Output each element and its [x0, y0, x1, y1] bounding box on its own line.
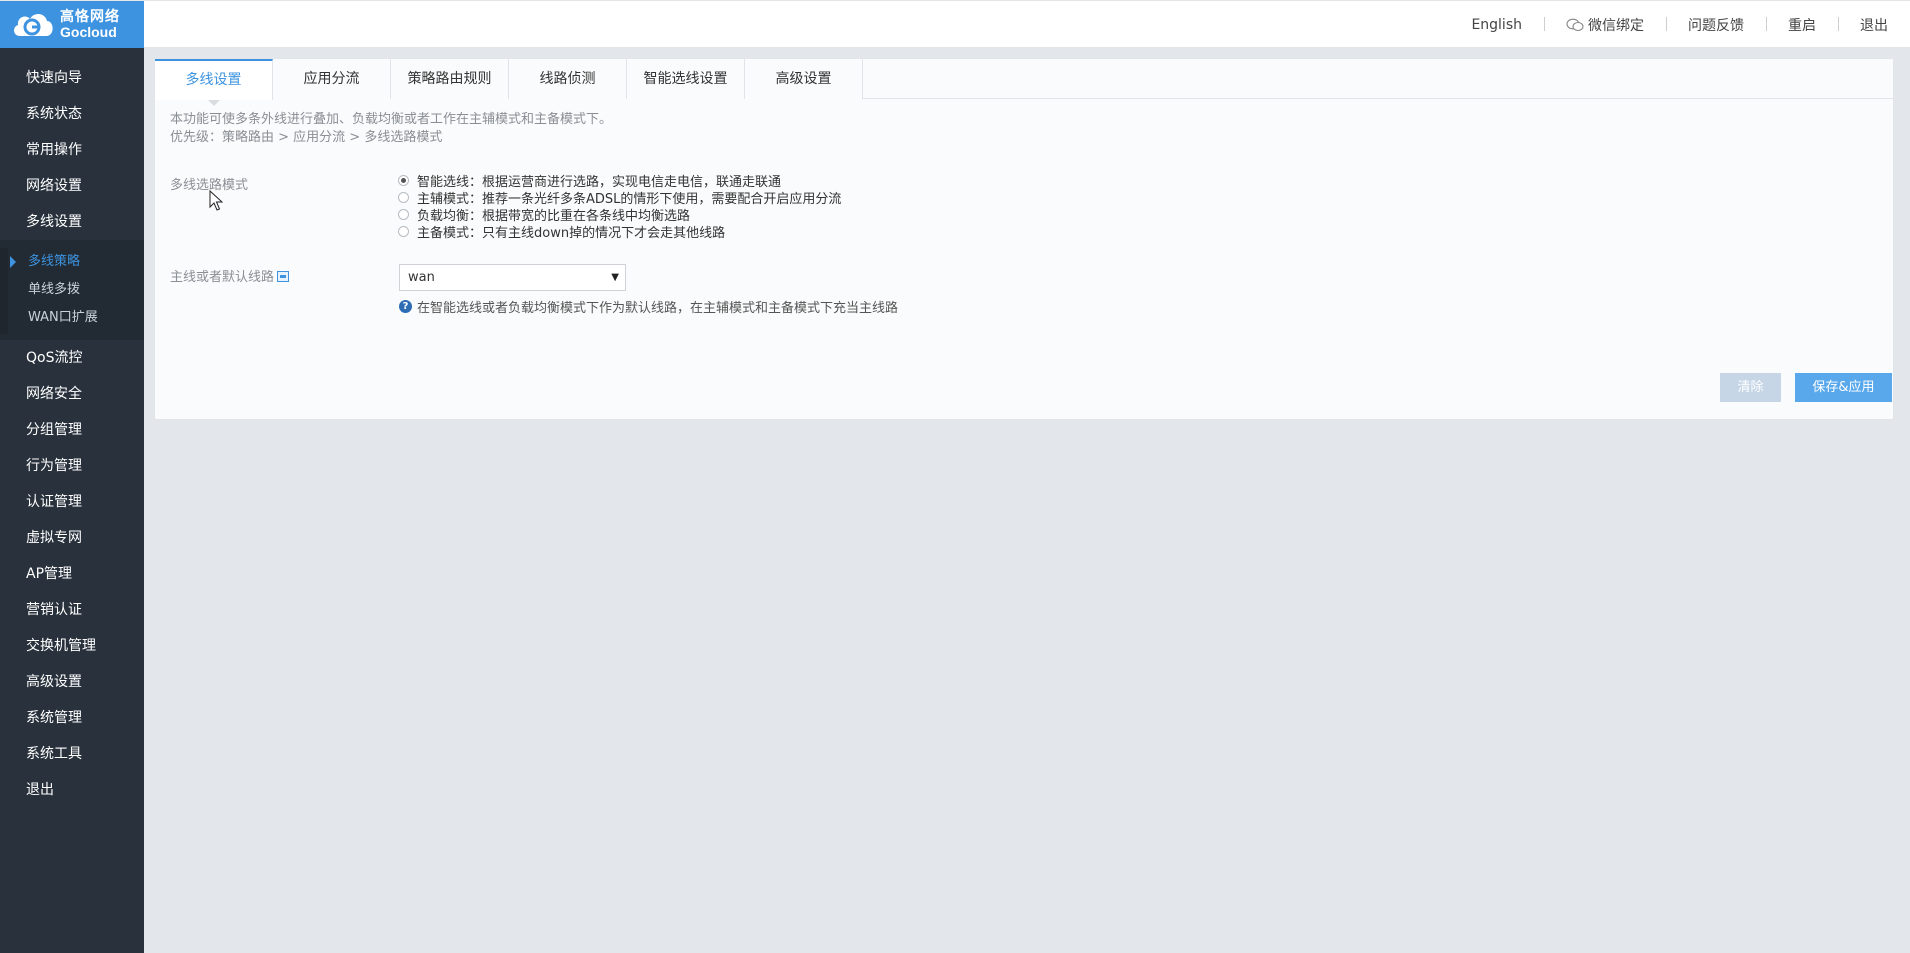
- language-link-label: English: [1471, 17, 1522, 33]
- tab-multiline-settings[interactable]: 多线设置: [155, 59, 273, 106]
- tab-smart-line-settings[interactable]: 智能选线设置: [627, 59, 745, 99]
- sidebar-item-advanced-settings[interactable]: 高级设置: [0, 664, 144, 700]
- brand-text: 高恪网络 Gocloud: [60, 10, 120, 40]
- top-bar: 高恪网络 Gocloud English 微信绑定 问题反馈 重启 退出: [0, 0, 1910, 49]
- sidebar-item-vpn[interactable]: 虚拟专网: [0, 520, 144, 556]
- brand-logo[interactable]: 高恪网络 Gocloud: [0, 1, 144, 49]
- radio-button[interactable]: [398, 175, 409, 186]
- tab-advanced-settings[interactable]: 高级设置: [745, 59, 863, 99]
- radio-button[interactable]: [398, 226, 409, 237]
- mode-radio-group: 智能选线：根据运营商进行选路，实现电信走电信，联通走联通 主辅模式：推荐一条光纤…: [398, 172, 841, 241]
- mode-option-label: 主备模式：只有主线down掉的情况下才会走其他线路: [417, 226, 726, 241]
- brand-name-en: Gocloud: [60, 24, 117, 40]
- radio-button[interactable]: [398, 192, 409, 203]
- sidebar-item-system-status[interactable]: 系统状态: [0, 96, 144, 132]
- chevron-down-icon: ▼: [611, 272, 619, 283]
- sidebar-item-auth-management[interactable]: 认证管理: [0, 484, 144, 520]
- mode-option-smart[interactable]: 智能选线：根据运营商进行选路，实现电信走电信，联通走联通: [398, 172, 841, 190]
- sidebar: 快速向导 系统状态 常用操作 网络设置 多线设置 多线策略 单线多拨 WAN口扩…: [0, 48, 144, 953]
- sidebar-subitem-single-line-multi-dial[interactable]: 单线多拨: [0, 276, 144, 304]
- info-edit-icon[interactable]: [277, 271, 290, 282]
- save-apply-button[interactable]: 保存&应用: [1795, 373, 1892, 402]
- wechat-bind-link[interactable]: 微信绑定: [1544, 15, 1666, 35]
- sidebar-item-ap-management[interactable]: AP管理: [0, 556, 144, 592]
- mode-option-primary-backup[interactable]: 主备模式：只有主线down掉的情况下才会走其他线路: [398, 223, 841, 241]
- question-icon: ?: [399, 300, 412, 313]
- mode-option-load-balance[interactable]: 负载均衡：根据带宽的比重在各条线中均衡选路: [398, 206, 841, 224]
- default-line-label: 主线或者默认线路: [170, 270, 275, 285]
- logout-link[interactable]: 退出: [1838, 15, 1910, 35]
- top-links: English 微信绑定 问题反馈 重启 退出: [1449, 1, 1910, 49]
- description-line-1: 本功能可使多条外线进行叠加、负载均衡或者工作在主辅模式和主备模式下。: [170, 112, 613, 127]
- default-line-label-row: 主线或者默认线路: [170, 266, 290, 285]
- sidebar-subitem-multiline-policy[interactable]: 多线策略: [0, 248, 144, 276]
- default-line-hint: ? 在智能选线或者负载均衡模式下作为默认线路，在主辅模式和主备模式下充当主线路: [399, 297, 898, 316]
- wechat-bind-label: 微信绑定: [1588, 18, 1644, 34]
- sidebar-submenu-multiline: 多线策略 单线多拨 WAN口扩展: [0, 240, 144, 340]
- tab-app-split[interactable]: 应用分流: [273, 59, 391, 99]
- mode-option-primary-secondary[interactable]: 主辅模式：推荐一条光纤多条ADSL的情形下使用，需要配合开启应用分流: [398, 189, 841, 207]
- sidebar-item-system-tools[interactable]: 系统工具: [0, 736, 144, 772]
- sidebar-item-qos[interactable]: QoS流控: [0, 340, 144, 376]
- sidebar-item-network-settings[interactable]: 网络设置: [0, 168, 144, 204]
- sidebar-item-system-management[interactable]: 系统管理: [0, 700, 144, 736]
- sidebar-item-logout[interactable]: 退出: [0, 772, 144, 808]
- default-line-value: wan: [408, 270, 435, 285]
- feedback-label: 问题反馈: [1688, 18, 1744, 34]
- sidebar-item-behavior-management[interactable]: 行为管理: [0, 448, 144, 484]
- brand-name-cn: 高恪网络: [60, 9, 120, 25]
- sidebar-item-marketing-auth[interactable]: 营销认证: [0, 592, 144, 628]
- language-link[interactable]: English: [1449, 17, 1544, 33]
- sidebar-item-network-security[interactable]: 网络安全: [0, 376, 144, 412]
- sidebar-item-common-ops[interactable]: 常用操作: [0, 132, 144, 168]
- tab-policy-routing-rules[interactable]: 策略路由规则: [391, 59, 509, 99]
- sidebar-item-quick-guide[interactable]: 快速向导: [0, 60, 144, 96]
- wechat-icon: [1566, 18, 1584, 32]
- cloud-logo-icon: [14, 13, 53, 36]
- default-line-select[interactable]: wan ▼: [399, 264, 626, 291]
- radio-button[interactable]: [398, 209, 409, 220]
- sidebar-subitem-wan-expand[interactable]: WAN口扩展: [0, 304, 144, 332]
- reboot-label: 重启: [1788, 18, 1816, 34]
- sidebar-item-group-management[interactable]: 分组管理: [0, 412, 144, 448]
- sidebar-item-multiline-settings[interactable]: 多线设置: [0, 204, 144, 240]
- feedback-link[interactable]: 问题反馈: [1666, 15, 1766, 35]
- reboot-link[interactable]: 重启: [1766, 15, 1838, 35]
- tab-line-detection[interactable]: 线路侦测: [509, 59, 627, 99]
- description-line-2: 优先级：策略路由 > 应用分流 > 多线选路模式: [170, 130, 443, 145]
- mouse-cursor-icon: [209, 190, 223, 211]
- page-description: 本功能可使多条外线进行叠加、负载均衡或者工作在主辅模式和主备模式下。 优先级：策…: [170, 111, 612, 147]
- content-panel: 多线设置 应用分流 策略路由规则 线路侦测 智能选线设置 高级设置 本功能可使多…: [154, 58, 1894, 420]
- clear-button[interactable]: 清除: [1720, 373, 1781, 402]
- logout-label: 退出: [1860, 18, 1888, 34]
- default-line-hint-text: 在智能选线或者负载均衡模式下作为默认线路，在主辅模式和主备模式下充当主线路: [417, 301, 899, 316]
- tab-bar: 多线设置 应用分流 策略路由规则 线路侦测 智能选线设置 高级设置: [155, 59, 1893, 106]
- sidebar-item-switch-management[interactable]: 交换机管理: [0, 628, 144, 664]
